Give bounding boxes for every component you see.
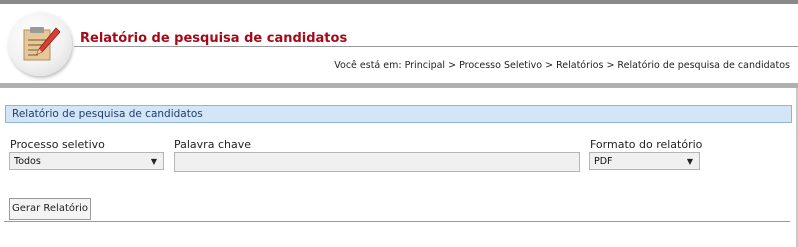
palavra-chave-input[interactable] [174, 152, 580, 172]
form-bottom-divider [4, 221, 790, 222]
processo-seletivo-label: Processo seletivo [10, 138, 105, 151]
formato-relatorio-label: Formato do relatório [590, 138, 703, 151]
breadcrumb: Você está em: Principal > Processo Selet… [334, 60, 790, 71]
report-logo-icon [8, 12, 72, 76]
report-pencil-icon [23, 27, 60, 61]
processo-seletivo-value: Todos [14, 156, 41, 167]
palavra-chave-label: Palavra chave [174, 138, 251, 151]
page-title: Relatório de pesquisa de candidatos [80, 31, 348, 46]
header-separator [0, 83, 798, 88]
formato-relatorio-select[interactable]: PDF ▼ [589, 152, 700, 170]
gerar-relatorio-button[interactable]: Gerar Relatório [9, 198, 91, 220]
dropdown-arrow-icon: ▼ [686, 157, 693, 166]
processo-seletivo-select[interactable]: Todos ▼ [9, 152, 164, 170]
section-title: Relatório de pesquisa de candidatos [5, 105, 792, 123]
formato-relatorio-value: PDF [594, 156, 613, 167]
title-divider [74, 46, 798, 47]
dropdown-arrow-icon: ▼ [150, 157, 157, 166]
